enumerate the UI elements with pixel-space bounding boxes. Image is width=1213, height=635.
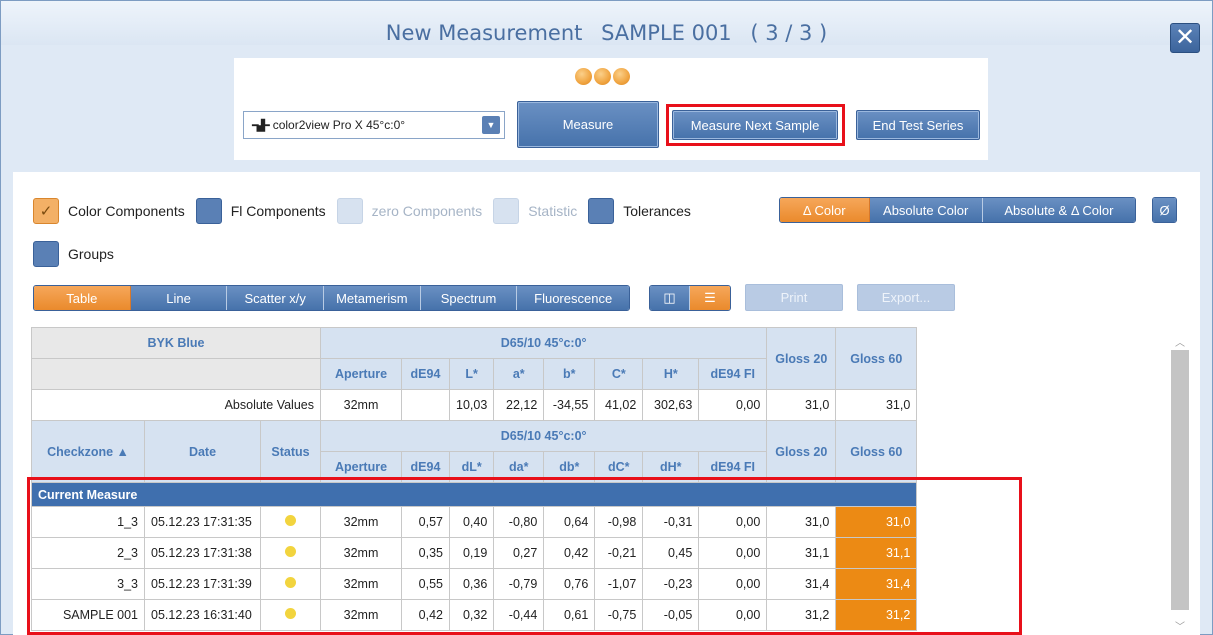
- measure-button[interactable]: Measure: [517, 101, 659, 148]
- illuminant-header: D65/10 45°c:0°: [319, 327, 768, 359]
- std-h: 302,63: [642, 389, 700, 421]
- layout-columns-icon[interactable]: ◫: [650, 286, 691, 310]
- date-header[interactable]: Date: [144, 420, 261, 483]
- fl-components-label: Fl Components: [230, 202, 326, 219]
- tab-metamerism[interactable]: Metamerism: [324, 286, 421, 310]
- std-gloss60: 31,0: [835, 389, 918, 421]
- absolute-color-tab[interactable]: Absolute Color: [869, 198, 983, 222]
- l-header[interactable]: L*: [448, 358, 495, 390]
- header-row-samples: Checkzone ▲ Date Status D65/10 45°c:0° G…: [31, 420, 918, 483]
- gloss20-header-2[interactable]: Gloss 20: [766, 420, 837, 483]
- device-icon: ━▟━: [252, 119, 270, 132]
- color-mode-selector: Δ Color Absolute Color Absolute & Δ Colo…: [779, 197, 1136, 223]
- print-button[interactable]: Print: [745, 284, 843, 311]
- de94fi-header[interactable]: dE94 FI: [698, 358, 768, 390]
- statistic-label: Statistic: [528, 202, 578, 219]
- color-components-label: Color Components: [68, 202, 185, 219]
- close-button[interactable]: ✕: [1170, 23, 1200, 53]
- tab-scatter[interactable]: Scatter x/y: [227, 286, 325, 310]
- highlight-measure-next: [666, 104, 845, 146]
- std-b: -34,55: [543, 389, 596, 421]
- close-icon: ✕: [1174, 24, 1196, 51]
- std-de94fi: 0,00: [698, 389, 768, 421]
- device-select[interactable]: ━▟━ color2view Pro X 45°c:0° ▼: [243, 111, 505, 139]
- tab-line[interactable]: Line: [130, 286, 228, 310]
- std-gloss20: 31,0: [766, 389, 837, 421]
- de94-header[interactable]: dE94: [401, 358, 450, 390]
- export-label: Export...: [881, 290, 931, 305]
- h-header[interactable]: H*: [642, 358, 700, 390]
- tab-table[interactable]: Table: [34, 286, 131, 310]
- aperture-header[interactable]: Aperture: [320, 358, 402, 390]
- layout-rows-icon[interactable]: ☰: [690, 286, 730, 310]
- fl-components-checkbox[interactable]: [195, 197, 222, 224]
- tab-spectrum[interactable]: Spectrum: [420, 286, 518, 310]
- scroll-up-icon[interactable]: ︿: [1175, 334, 1185, 349]
- header-spacer: [31, 358, 321, 390]
- end-series-button[interactable]: End Test Series: [856, 110, 980, 140]
- average-toggle[interactable]: Ø: [1152, 197, 1177, 223]
- device-label: color2view Pro X 45°c:0°: [272, 118, 406, 132]
- zero-components-label: zero Components: [371, 202, 483, 219]
- gloss20-header[interactable]: Gloss 20: [766, 327, 837, 390]
- title-text: New Measurement: [385, 21, 583, 45]
- absolute-label: Absolute Values: [31, 389, 321, 421]
- c-header[interactable]: C*: [594, 358, 644, 390]
- progress-dots: [575, 68, 630, 85]
- scrollbar[interactable]: ︿ ﹀: [1170, 330, 1190, 635]
- average-icon: Ø: [1153, 198, 1176, 222]
- groups-label: Groups: [68, 245, 114, 262]
- zero-components-checkbox[interactable]: [336, 197, 363, 224]
- a-header[interactable]: a*: [493, 358, 545, 390]
- scroll-thumb[interactable]: [1171, 350, 1189, 610]
- window-title: New Measurement SAMPLE 001 ( 3 / 3 ): [1, 21, 1212, 45]
- highlight-current-measure: [27, 477, 1022, 635]
- std-aperture: 32mm: [320, 389, 402, 421]
- scroll-down-icon[interactable]: ﹀: [1175, 618, 1185, 633]
- std-l: 10,03: [448, 389, 495, 421]
- header-row-standard: BYK Blue D65/10 45°c:0° Gloss 20 Gloss 6…: [31, 327, 918, 390]
- standard-name: BYK Blue: [31, 327, 321, 359]
- std-de94: [401, 389, 450, 421]
- gloss60-header-2[interactable]: Gloss 60: [835, 420, 918, 483]
- checkzone-header[interactable]: Checkzone ▲: [31, 420, 145, 483]
- tolerances-checkbox[interactable]: [588, 197, 615, 224]
- view-tabs: Table Line Scatter x/y Metamerism Spectr…: [33, 285, 630, 311]
- print-label: Print: [780, 290, 808, 305]
- tolerances-label: Tolerances: [623, 202, 691, 219]
- std-a: 22,12: [493, 389, 545, 421]
- title-bar: New Measurement SAMPLE 001 ( 3 / 3 ): [1, 1, 1212, 45]
- absolute-delta-color-tab[interactable]: Absolute & Δ Color: [982, 198, 1135, 222]
- export-button[interactable]: Export...: [857, 284, 955, 311]
- status-header[interactable]: Status: [260, 420, 321, 483]
- std-c: 41,02: [594, 389, 644, 421]
- component-options: ✓ Color Components Fl Components zero Co…: [33, 197, 702, 224]
- measure-label: Measure: [562, 117, 614, 132]
- gloss60-header[interactable]: Gloss 60: [835, 327, 918, 390]
- progress-dot-2: [594, 68, 611, 85]
- absolute-values-row: Absolute Values 32mm 10,03 22,12 -34,55 …: [31, 389, 918, 421]
- end-series-label: End Test Series: [872, 117, 964, 133]
- groups-checkbox[interactable]: [33, 240, 59, 267]
- delta-color-tab[interactable]: Δ Color: [780, 198, 870, 222]
- groups-option: Groups: [33, 240, 125, 267]
- statistic-checkbox[interactable]: [493, 197, 520, 224]
- progress-dot-1: [575, 68, 592, 85]
- color-components-checkbox[interactable]: ✓: [33, 197, 59, 224]
- b-header[interactable]: b*: [543, 358, 596, 390]
- progress-dot-3: [613, 68, 630, 85]
- chevron-down-icon[interactable]: ▼: [482, 116, 500, 134]
- title-sample: SAMPLE 001: [601, 21, 732, 45]
- title-progress: ( 3 / 3 ): [750, 21, 828, 45]
- tab-fluorescence[interactable]: Fluorescence: [517, 286, 629, 310]
- illuminant-header-2: D65/10 45°c:0°: [319, 420, 768, 452]
- layout-toggle: ◫ ☰: [649, 285, 731, 311]
